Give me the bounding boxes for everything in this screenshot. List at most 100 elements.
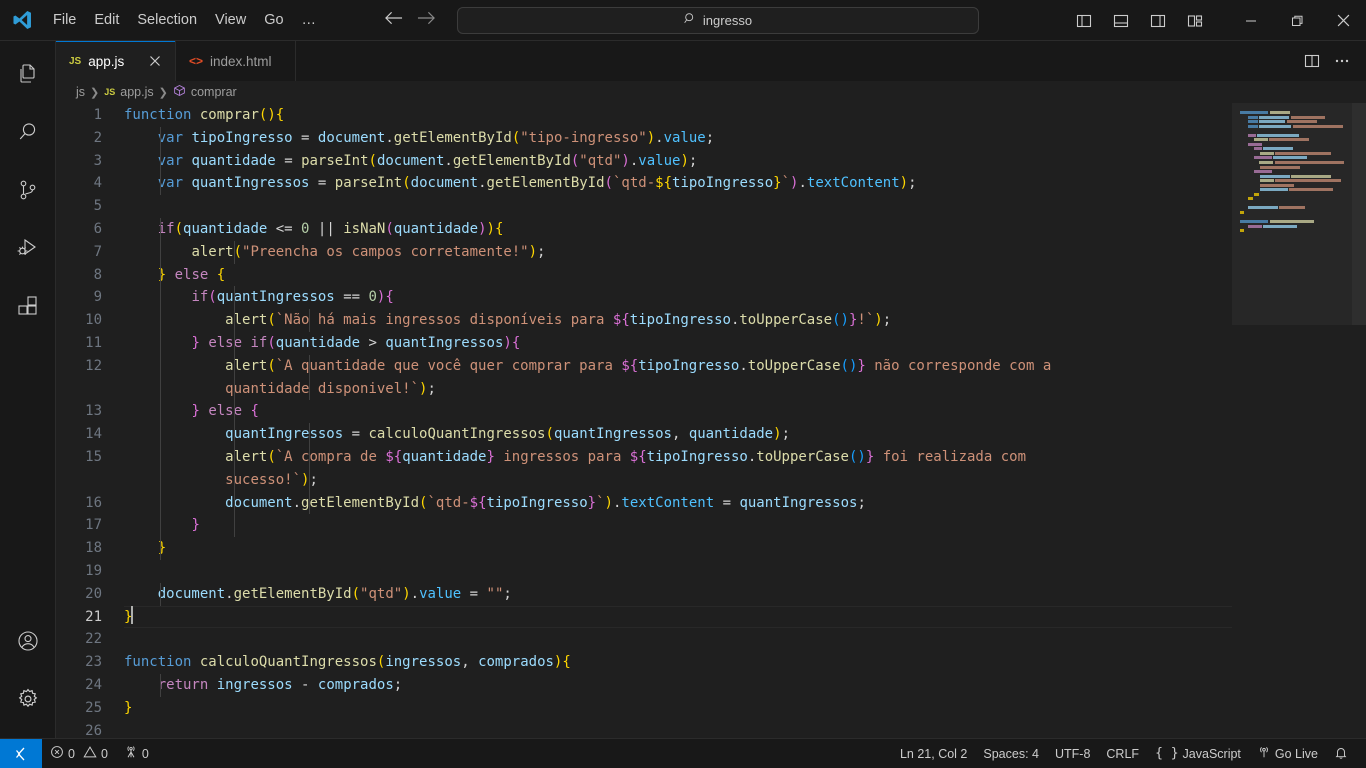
menu-go[interactable]: Go — [255, 8, 292, 32]
status-eol[interactable]: CRLF — [1098, 739, 1147, 768]
symbol-function-icon — [173, 84, 186, 100]
breadcrumb-folder-js[interactable]: js — [76, 85, 85, 99]
line-number: 15 — [85, 448, 102, 465]
accounts-button[interactable] — [0, 614, 55, 672]
code-line: 19 — [56, 560, 1232, 583]
code-scroll-region[interactable]: 1 function comprar(){ 2 var tipoIngresso … — [56, 103, 1232, 738]
arrow-right-icon[interactable] — [417, 10, 436, 30]
code-line: 26 — [56, 720, 1232, 738]
line-content: if(quantidade <= 0 || isNaN(quantidade))… — [124, 217, 1232, 241]
ellipsis-icon[interactable] — [1328, 47, 1356, 75]
code-line: 24 return ingressos - comprados; — [56, 673, 1232, 697]
line-content: alert("Preencha os campos corretamente!"… — [124, 240, 1232, 264]
toggle-panel-icon[interactable] — [1106, 6, 1136, 36]
status-ports[interactable]: 0 — [116, 739, 157, 768]
remote-window-icon[interactable] — [0, 738, 42, 768]
line-content: } — [124, 514, 1232, 538]
line-content: if(quantIngressos == 0){ — [124, 286, 1232, 310]
menu-bar: File Edit Selection View Go … — [44, 8, 326, 32]
menu-more-button[interactable]: … — [293, 13, 327, 28]
scrollbar-thumb[interactable] — [1352, 103, 1366, 325]
line-number: 13 — [85, 403, 102, 420]
code-lines: 1 function comprar(){ 2 var tipoIngresso … — [56, 103, 1232, 738]
settings-button[interactable] — [0, 672, 55, 730]
code-line: 20 document.getElementById("qtd").value … — [56, 582, 1232, 606]
arrow-left-icon[interactable] — [384, 10, 403, 30]
status-notifications[interactable] — [1326, 739, 1356, 768]
status-encoding[interactable]: UTF-8 — [1047, 739, 1098, 768]
line-content: quantIngressos = calculoQuantIngressos(q… — [124, 423, 1232, 446]
editor-tabs: JS app.js <> index.html — [56, 41, 296, 81]
command-center[interactable]: ingresso — [457, 7, 979, 34]
line-number: 9 — [93, 289, 102, 306]
activity-bar-top — [0, 41, 55, 337]
line-content: document.getElementById("qtd").value = "… — [124, 582, 1232, 606]
status-cursor-position[interactable]: Ln 21, Col 2 — [892, 739, 975, 768]
bell-icon — [1334, 745, 1348, 763]
status-indentation[interactable]: Spaces: 4 — [975, 739, 1047, 768]
breadcrumb-separator: ❯ — [90, 86, 100, 99]
maximize-button[interactable] — [1274, 0, 1320, 41]
code-line: 4 var quantIngressos = parseInt(document… — [56, 172, 1232, 196]
menu-edit[interactable]: Edit — [85, 8, 128, 32]
line-number: 5 — [93, 198, 102, 215]
line-number: 12 — [85, 357, 102, 374]
warning-icon — [83, 745, 97, 762]
language-label: JavaScript — [1182, 746, 1241, 761]
code-line: 1 function comprar(){ — [56, 104, 1232, 127]
toggle-secondary-sidebar-icon[interactable] — [1143, 6, 1173, 36]
line-content: return ingressos - comprados; — [124, 673, 1232, 697]
menu-view[interactable]: View — [206, 8, 255, 32]
minimize-button[interactable] — [1228, 0, 1274, 41]
sidebar-item-run-debug[interactable] — [0, 221, 55, 279]
line-number: 3 — [93, 152, 102, 169]
line-content: alert(`A compra de ${quantidade} ingress… — [124, 445, 1232, 492]
files-icon — [16, 62, 40, 91]
broadcast-icon — [1257, 745, 1271, 762]
code-line: 25} — [56, 697, 1232, 720]
sidebar-item-source-control[interactable] — [0, 163, 55, 221]
status-go-live[interactable]: Go Live — [1249, 739, 1326, 768]
editor-area: JS app.js <> index.html js ❯ JS app.js ❯… — [56, 41, 1366, 738]
line-content: function comprar(){ — [124, 107, 285, 123]
minimap-canvas — [1240, 111, 1344, 234]
main-area: JS app.js <> index.html js ❯ JS app.js ❯… — [0, 41, 1366, 738]
sidebar-item-explorer[interactable] — [0, 47, 55, 105]
command-center-value: ingresso — [702, 13, 753, 28]
line-number: 7 — [93, 243, 102, 260]
breadcrumb-file-app-js[interactable]: app.js — [120, 85, 153, 99]
sidebar-item-extensions[interactable] — [0, 279, 55, 337]
toggle-primary-sidebar-icon[interactable] — [1069, 6, 1099, 36]
code-editor[interactable]: 1 function comprar(){ 2 var tipoIngresso … — [56, 103, 1366, 738]
extensions-icon — [16, 294, 40, 323]
close-button[interactable] — [1320, 0, 1366, 41]
line-content: } else { — [124, 400, 1232, 424]
breadcrumb-symbol-comprar[interactable]: comprar — [191, 85, 237, 99]
menu-file[interactable]: File — [44, 8, 85, 32]
status-language-mode[interactable]: { } JavaScript — [1147, 739, 1249, 768]
tab-index-html[interactable]: <> index.html — [176, 41, 296, 81]
breadcrumb: js ❯ JS app.js ❯ comprar — [56, 81, 1366, 103]
code-line: 22 — [56, 628, 1232, 651]
editor-vertical-scrollbar[interactable] — [1352, 103, 1366, 738]
line-number: 11 — [85, 334, 102, 351]
line-number: 10 — [85, 312, 102, 329]
radio-tower-icon — [124, 745, 138, 762]
customize-layout-icon[interactable] — [1180, 6, 1210, 36]
status-problems[interactable]: 0 0 — [42, 739, 116, 768]
sidebar-item-search[interactable] — [0, 105, 55, 163]
warning-count: 0 — [100, 746, 108, 761]
close-icon[interactable] — [145, 51, 165, 71]
status-bar: 0 0 0 Ln 21, Col 2 Spaces: 4 UTF-8 CRLF … — [0, 738, 1366, 768]
line-number: 24 — [85, 676, 102, 693]
line-number: 23 — [85, 654, 102, 671]
menu-selection[interactable]: Selection — [128, 8, 206, 32]
layout-buttons — [1069, 6, 1210, 36]
line-content: } — [124, 605, 1232, 629]
account-icon — [16, 629, 40, 658]
minimap[interactable] — [1232, 103, 1352, 738]
tab-app-js[interactable]: JS app.js — [56, 41, 176, 81]
status-bar-right: Ln 21, Col 2 Spaces: 4 UTF-8 CRLF { } Ja… — [892, 739, 1366, 768]
split-editor-icon[interactable] — [1298, 47, 1326, 75]
ports-count: 0 — [141, 746, 149, 761]
